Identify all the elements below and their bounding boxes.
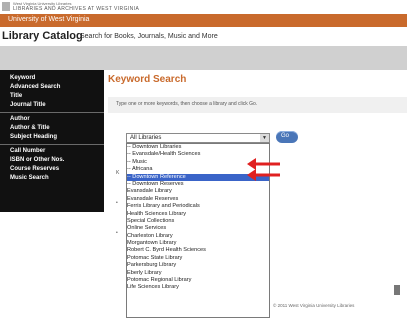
dropdown-option[interactable]: Evansdale Reserves: [127, 196, 269, 203]
section-heading: Keyword Search: [108, 74, 187, 85]
sidebar-item-advanced-search[interactable]: Advanced Search: [0, 83, 104, 92]
dropdown-option[interactable]: Potomac State Library: [127, 255, 269, 262]
dropdown-option[interactable]: Special Collections: [127, 218, 269, 225]
site-orange-bar: University of West Virginia: [0, 14, 407, 27]
logo-line-2: LIBRARIES AND ARCHIVES AT WEST VIRGINIA: [13, 6, 140, 12]
sidebar-divider: [0, 112, 104, 113]
sidebar-item-music-search[interactable]: Music Search: [0, 174, 104, 183]
dropdown-option[interactable]: -- Downtown Libraries: [127, 144, 269, 151]
sidebar-item-author-title[interactable]: Author & Title: [0, 124, 104, 133]
sidebar-group-1: Keyword Advanced Search Title Journal Ti…: [0, 74, 104, 183]
library-select[interactable]: All Libraries ▼: [126, 133, 270, 143]
red-arrow-icon: [247, 169, 280, 181]
partially-hidden-label: K: [116, 170, 120, 176]
instructions-bar: Type one or more keywords, then choose a…: [108, 97, 407, 113]
footer-copyright: © 2011 West Virginia University Librarie…: [273, 303, 355, 308]
dropdown-option[interactable]: Eberly Library: [127, 270, 269, 277]
library-select-value: All Libraries: [130, 135, 162, 141]
go-button[interactable]: Go: [276, 131, 298, 143]
dropdown-option[interactable]: Life Sciences Library: [127, 284, 269, 291]
dropdown-option[interactable]: Robert C. Byrd Health Sciences: [127, 247, 269, 254]
university-logo-icon[interactable]: [2, 2, 10, 11]
chevron-down-icon[interactable]: ▼: [260, 134, 269, 142]
dropdown-option[interactable]: Online Services: [127, 225, 269, 232]
sidebar-item-author[interactable]: Author: [0, 115, 104, 124]
page-title: Library Catalog: [2, 30, 83, 42]
site-name-link[interactable]: University of West Virginia: [8, 16, 89, 23]
instructions-text: Type one or more keywords, then choose a…: [116, 101, 258, 107]
dropdown-option[interactable]: Ferris Library and Periodicals: [127, 203, 269, 210]
dropdown-option[interactable]: Morgantown Library: [127, 240, 269, 247]
sidebar-item-title[interactable]: Title: [0, 92, 104, 101]
dropdown-option[interactable]: Potomac Regional Library: [127, 277, 269, 284]
dropdown-option[interactable]: Parkersburg Library: [127, 262, 269, 269]
search-type-sidebar: Keyword Advanced Search Title Journal Ti…: [0, 70, 104, 212]
sidebar-item-keyword[interactable]: Keyword: [0, 74, 104, 83]
sidebar-item-subject-heading[interactable]: Subject Heading: [0, 133, 104, 142]
sidebar-item-journal-title[interactable]: Journal Title: [0, 101, 104, 110]
dropdown-option[interactable]: Charleston Library: [127, 233, 269, 240]
partially-hidden-label: •: [116, 200, 118, 206]
dropdown-option[interactable]: Evansdale Library: [127, 188, 269, 195]
sidebar-item-course-reserves[interactable]: Course Reserves: [0, 165, 104, 174]
dropdown-option[interactable]: -- Downtown Reserves: [127, 181, 269, 188]
partially-hidden-label: •: [116, 230, 118, 236]
sidebar-item-isbn[interactable]: ISBN or Other Nos.: [0, 156, 104, 165]
page-subtitle: Search for Books, Journals, Music and Mo…: [80, 33, 218, 40]
scrollbar-thumb[interactable]: [394, 285, 400, 295]
sidebar-divider: [0, 144, 104, 145]
sidebar-item-call-number[interactable]: Call Number: [0, 147, 104, 156]
dropdown-option[interactable]: Health Sciences Library: [127, 211, 269, 218]
top-banner: West Virginia University Libraries LIBRA…: [0, 0, 407, 14]
gray-band: [0, 46, 407, 70]
go-button-label: Go: [281, 133, 290, 139]
